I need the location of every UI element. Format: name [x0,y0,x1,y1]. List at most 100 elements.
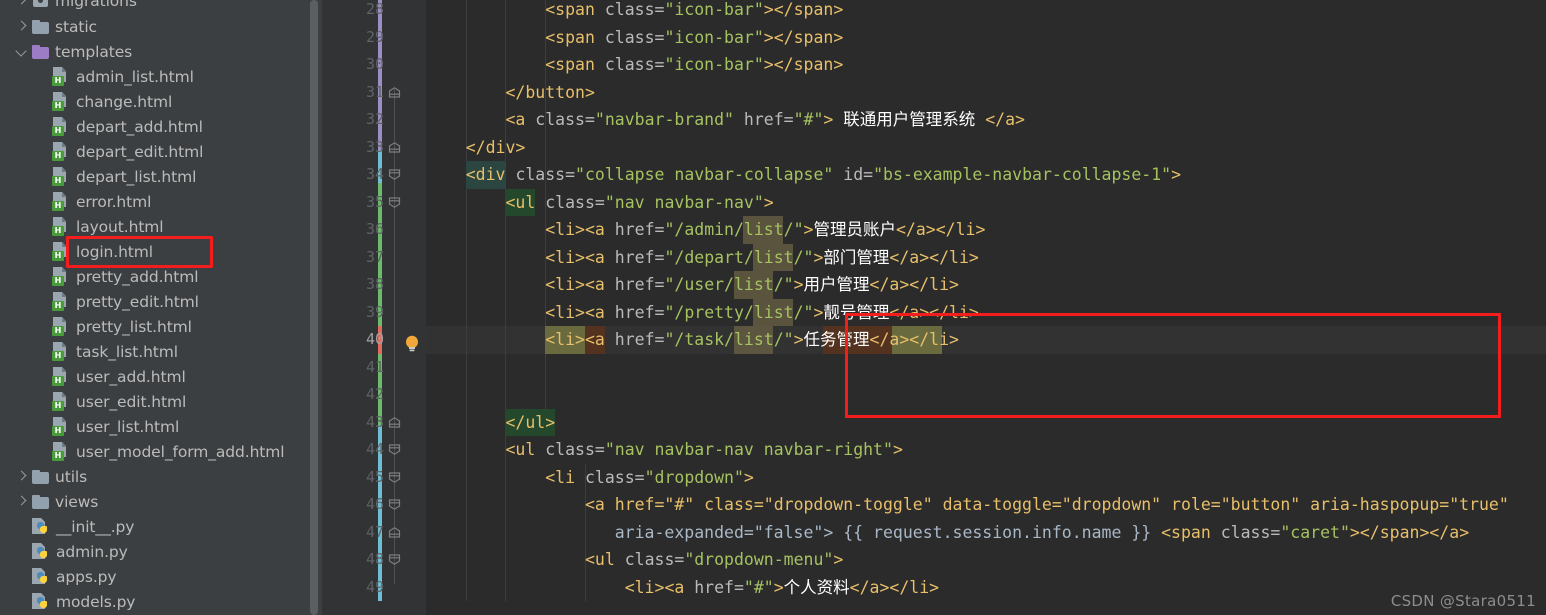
watermark: CSDN @Stara0511 [1390,592,1536,610]
code-line[interactable]: </ul> [426,409,555,437]
intention-bulb-icon[interactable] [405,335,419,352]
python-file-icon [32,567,50,586]
html-file-icon: H [52,442,70,461]
tree-item-label: error.html [76,192,152,211]
html-file-icon: H [52,117,70,136]
fold-region-start-icon[interactable] [388,499,401,510]
fold-region-start-icon[interactable] [388,196,401,208]
tree-item-pretty-edit-html[interactable]: Hpretty_edit.html [34,289,322,314]
code-line[interactable]: <div class="collapse navbar-collapse" id… [426,161,1181,189]
project-tree-scrollbar[interactable] [310,0,320,615]
tree-item-label: depart_edit.html [76,142,204,161]
tree-item-label: user_model_form_add.html [76,442,285,461]
code-line[interactable]: <li><a href="/pretty/list/">靓号管理</a></li… [426,299,979,327]
tree-item-pretty-list-html[interactable]: Hpretty_list.html [34,314,322,339]
code-line[interactable]: <li><a href="#">个人资料</a></li> [426,574,939,602]
html-file-icon: H [52,367,70,386]
html-file-icon: H [52,242,70,261]
code-line[interactable]: <ul class="nav navbar-nav"> [426,189,773,217]
tree-item-label: user_edit.html [76,392,187,411]
code-text-area[interactable]: <span class="icon-bar"></span> <span cla… [426,0,1546,615]
tree-item-user-list-html[interactable]: Huser_list.html [34,414,322,439]
code-line[interactable]: aria-expanded="false"> {{ request.sessio… [426,519,1469,547]
tree-item-models-py[interactable]: models.py [14,589,322,614]
tree-item-label: depart_add.html [76,117,203,136]
chevron-right-icon[interactable] [14,19,30,35]
line-number: 32 [365,110,384,128]
tree-item-utils[interactable]: utils [14,464,322,489]
tree-item-login-html[interactable]: Hlogin.html [34,239,322,264]
code-line[interactable]: <span class="icon-bar"></span> [426,0,843,24]
line-number: 41 [365,357,384,376]
code-line[interactable]: </button> [426,79,594,107]
tree-item-templates[interactable]: templates [14,39,322,64]
code-line[interactable]: <span class="icon-bar"></span> [426,24,843,52]
chevron-down-icon[interactable] [14,44,30,60]
tree-item-views[interactable]: views [14,489,322,514]
fold-region-start-icon[interactable] [388,471,401,483]
tree-item-change-html[interactable]: Hchange.html [34,89,322,114]
code-line[interactable]: <li><a href="/admin/list/">管理员账户</a></li… [426,216,985,244]
code-line[interactable]: <li class="dropdown"> [426,464,754,492]
fold-region-end-icon[interactable] [388,86,401,98]
fold-region-end-icon[interactable] [388,526,401,538]
tree-item-label: pretty_list.html [76,317,192,336]
tree-item-depart-add-html[interactable]: Hdepart_add.html [34,114,322,139]
line-number: 46 [365,495,384,513]
tree-item-admin-list-html[interactable]: Hadmin_list.html [34,64,322,89]
tree-item-error-html[interactable]: Herror.html [34,189,322,214]
tree-item-label: views [55,492,99,511]
python-package-icon [32,0,49,8]
line-number: 34 [365,165,384,183]
code-line[interactable]: </div> [426,134,526,162]
code-line[interactable]: <li><a href="/depart/list/">部门管理</a></li… [426,244,979,272]
code-line[interactable]: <ul class="nav navbar-nav navbar-right"> [426,436,902,464]
tree-item-label: change.html [76,92,173,111]
chevron-right-icon[interactable] [14,469,30,485]
tree-item-admin-py[interactable]: admin.py [14,539,322,564]
tree-item--init-py[interactable]: __init__.py [14,514,322,539]
project-tree-panel[interactable]: migrations static templates Hadmin_list.htm… [0,0,322,615]
tree-item-static[interactable]: static [14,14,322,39]
code-line[interactable]: <ul class="dropdown-menu"> [426,546,843,574]
fold-region-start-icon[interactable] [388,444,401,455]
fold-region-start-icon[interactable] [388,554,401,565]
code-line[interactable]: <li><a href="/user/list/">用户管理</a></li> [426,271,959,299]
fold-region-end-icon[interactable] [388,141,401,153]
code-line[interactable]: <a class="navbar-brand" href="#"> 联通用户管理… [426,106,1024,134]
tree-item-user-model-form-add-html[interactable]: Huser_model_form_add.html [34,439,322,464]
code-editor[interactable]: 28 29 30 31 32 33 34 35 36 37 38 39 40 41 42 43 44 45 46 47… [322,0,1546,615]
tree-item-label: layout.html [76,217,164,236]
code-line[interactable]: <a href="#" class="dropdown-toggle" data… [426,491,1509,519]
chevron-right-icon[interactable] [14,494,30,510]
folder-icon [32,469,49,484]
tree-item-pretty-add-html[interactable]: Hpretty_add.html [34,264,322,289]
chevron-right-icon[interactable] [14,0,30,9]
folder-icon [32,44,49,59]
tree-item-apps-py[interactable]: apps.py [14,564,322,589]
tree-item-depart-list-html[interactable]: Hdepart_list.html [34,164,322,189]
tree-item-task-list-html[interactable]: Htask_list.html [34,339,322,364]
fold-region-end-icon[interactable] [388,416,401,428]
tree-item-label: admin_list.html [76,67,194,86]
html-file-icon: H [52,167,70,186]
tree-item-user-edit-html[interactable]: Huser_edit.html [34,389,322,414]
fold-region-start-icon[interactable] [388,169,401,180]
tree-item-layout-html[interactable]: Hlayout.html [34,214,322,239]
tree-item-depart-edit-html[interactable]: Hdepart_edit.html [34,139,322,164]
tree-item-migrations[interactable]: migrations [14,0,322,13]
project-tree-scrollbar-thumb[interactable] [310,0,318,615]
tree-item-label: migrations [55,0,137,10]
tree-item-user-add-html[interactable]: Huser_add.html [34,364,322,389]
code-line[interactable]: <span class="icon-bar"></span> [426,51,843,79]
code-line[interactable]: <li><a href="/task/list/">任务管理</a></li> [426,326,959,354]
tree-item-label: task_list.html [76,342,178,361]
